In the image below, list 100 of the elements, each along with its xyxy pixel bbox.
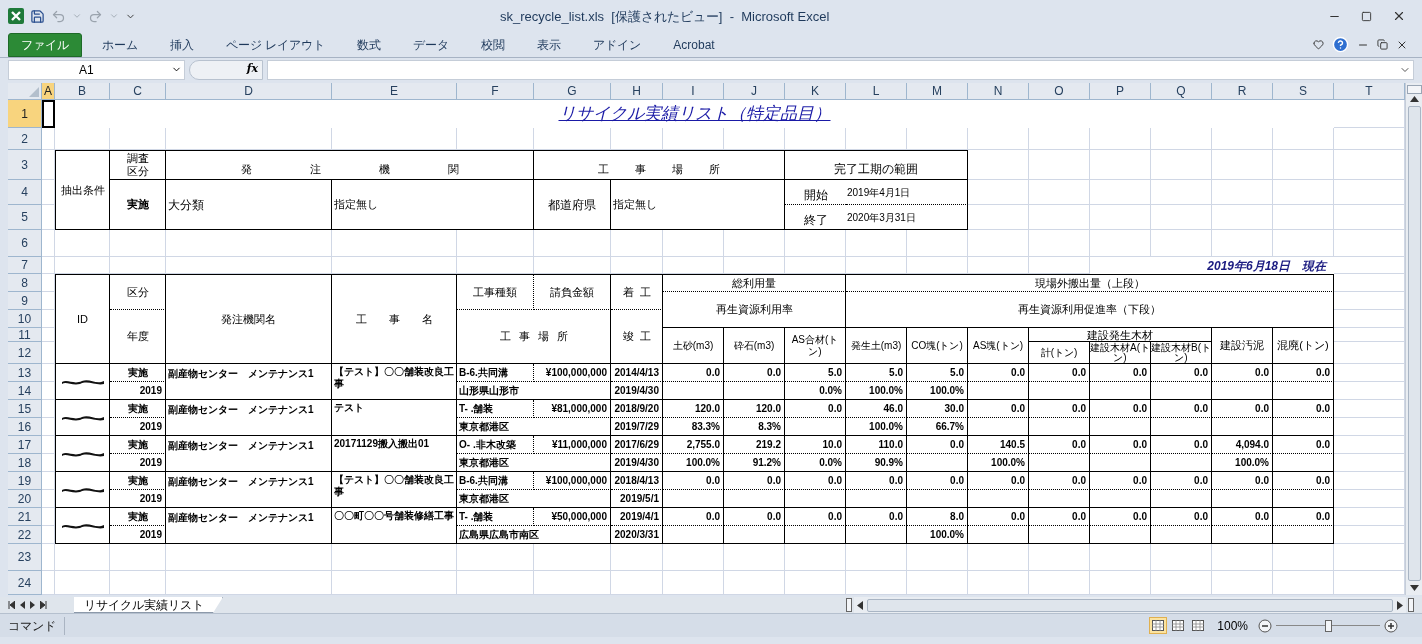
column-header[interactable]: J: [724, 83, 785, 100]
column-header[interactable]: Q: [1151, 83, 1212, 100]
row-header[interactable]: 23: [8, 544, 42, 571]
ribbon-tab[interactable]: ホーム: [86, 33, 154, 57]
column-header[interactable]: L: [846, 83, 907, 100]
table-cell: 120.0: [663, 400, 724, 418]
zoom-in-icon[interactable]: [1384, 618, 1398, 633]
row-header[interactable]: 20: [8, 490, 42, 508]
table-cell: 2019/4/30: [611, 382, 663, 400]
row-header[interactable]: 22: [8, 526, 42, 544]
normal-view-button[interactable]: [1149, 617, 1168, 634]
scroll-right-icon[interactable]: [1397, 600, 1403, 610]
row-header[interactable]: 19: [8, 472, 42, 490]
restore-icon[interactable]: [1377, 39, 1388, 50]
table-header-cell: 発注機関: [166, 150, 534, 180]
save-icon[interactable]: [30, 8, 45, 24]
table-cell: 140.5: [968, 436, 1029, 454]
row-header[interactable]: 24: [8, 571, 42, 595]
column-header[interactable]: K: [785, 83, 846, 100]
close-icon[interactable]: [1392, 9, 1406, 23]
help-icon[interactable]: [1332, 36, 1349, 53]
column-header[interactable]: O: [1029, 83, 1090, 100]
table-cell: 開始: [785, 180, 846, 205]
row-header[interactable]: 9: [8, 292, 42, 310]
first-sheet-icon[interactable]: [8, 601, 15, 609]
vertical-scrollbar[interactable]: [1405, 83, 1422, 595]
table-header-cell: 着工: [611, 274, 663, 310]
name-box[interactable]: A1: [8, 59, 185, 80]
table-header-cell: 工事名: [332, 274, 457, 364]
ribbon-tab[interactable]: アドイン: [577, 33, 658, 57]
sheet-tab[interactable]: リサイクル実績リスト: [74, 597, 223, 613]
excel-logo-icon[interactable]: [8, 8, 24, 24]
column-header[interactable]: B: [55, 83, 110, 100]
table-cell: 指定無し: [332, 180, 534, 230]
next-sheet-icon[interactable]: [30, 601, 35, 609]
column-header[interactable]: M: [907, 83, 968, 100]
ribbon-tab[interactable]: 数式: [341, 33, 398, 57]
table-cell: 副産物センター メンテナンス1: [166, 436, 332, 472]
row-header[interactable]: 18: [8, 454, 42, 472]
column-header[interactable]: C: [110, 83, 166, 100]
maximize-icon[interactable]: [1361, 10, 1372, 22]
row-header[interactable]: 6: [8, 230, 42, 257]
row-header[interactable]: 16: [8, 418, 42, 436]
file-tab[interactable]: ファイル: [8, 33, 82, 57]
column-header[interactable]: G: [534, 83, 611, 100]
column-header[interactable]: T: [1334, 83, 1405, 100]
row-header[interactable]: 21: [8, 508, 42, 526]
column-header[interactable]: D: [166, 83, 332, 100]
row-header[interactable]: 14: [8, 382, 42, 400]
last-sheet-icon[interactable]: [40, 601, 47, 609]
row-header[interactable]: 12: [8, 342, 42, 364]
column-header[interactable]: E: [332, 83, 457, 100]
ribbon-tab[interactable]: 表示: [521, 33, 578, 57]
table-cell: 0.0: [1090, 436, 1151, 454]
zoom-slider[interactable]: [1276, 618, 1380, 633]
row-header[interactable]: 4: [8, 180, 42, 205]
zoom-level[interactable]: 100%: [1209, 616, 1256, 635]
row-header[interactable]: 5: [8, 205, 42, 230]
scroll-up-icon[interactable]: [1409, 96, 1419, 102]
table-cell: 2019年4月1日: [846, 180, 968, 205]
column-header[interactable]: R: [1212, 83, 1273, 100]
previous-sheet-icon[interactable]: [20, 601, 25, 609]
table-cell: 0.0: [1090, 364, 1151, 382]
table-cell: 10.0: [785, 436, 846, 454]
column-header[interactable]: A: [42, 83, 55, 100]
column-header[interactable]: P: [1090, 83, 1151, 100]
row-header[interactable]: 1: [8, 100, 42, 128]
split-box[interactable]: [846, 598, 852, 612]
table-cell: 5.0: [785, 364, 846, 382]
table-header-cell: 建設汚泥: [1212, 328, 1273, 364]
scroll-left-icon[interactable]: [857, 600, 863, 610]
zoom-out-icon[interactable]: [1258, 618, 1272, 633]
column-header[interactable]: I: [663, 83, 724, 100]
formula-input[interactable]: [267, 59, 1414, 80]
table-cell: 0.0: [1212, 472, 1273, 490]
column-header[interactable]: F: [457, 83, 534, 100]
ribbon-tab[interactable]: データ: [397, 33, 466, 57]
row-header[interactable]: 15: [8, 400, 42, 418]
row-header[interactable]: 11: [8, 328, 42, 342]
split-box[interactable]: [1408, 598, 1414, 612]
insert-function-button[interactable]: fx: [189, 59, 263, 80]
row-header[interactable]: 13: [8, 364, 42, 382]
ribbon-tab[interactable]: 校閲: [465, 33, 522, 57]
ribbon-tab[interactable]: ページ レイアウト: [210, 33, 342, 57]
row-header[interactable]: 7: [8, 257, 42, 274]
column-header[interactable]: N: [968, 83, 1029, 100]
row-header[interactable]: 3: [8, 150, 42, 180]
ribbon-tab[interactable]: 挿入: [154, 33, 210, 57]
column-header[interactable]: S: [1273, 83, 1334, 100]
column-header[interactable]: H: [611, 83, 663, 100]
row-header[interactable]: 10: [8, 310, 42, 328]
ribbon-tab[interactable]: Acrobat: [657, 33, 731, 57]
table-cell: 0.0: [907, 472, 968, 490]
row-header[interactable]: 17: [8, 436, 42, 454]
scroll-down-icon[interactable]: [1409, 585, 1419, 591]
heart-icon[interactable]: [1313, 39, 1324, 50]
row-header[interactable]: 2: [8, 128, 42, 150]
table-cell: 2,755.0: [663, 436, 724, 454]
horizontal-scrollbar[interactable]: [854, 597, 1406, 613]
row-header[interactable]: 8: [8, 274, 42, 292]
